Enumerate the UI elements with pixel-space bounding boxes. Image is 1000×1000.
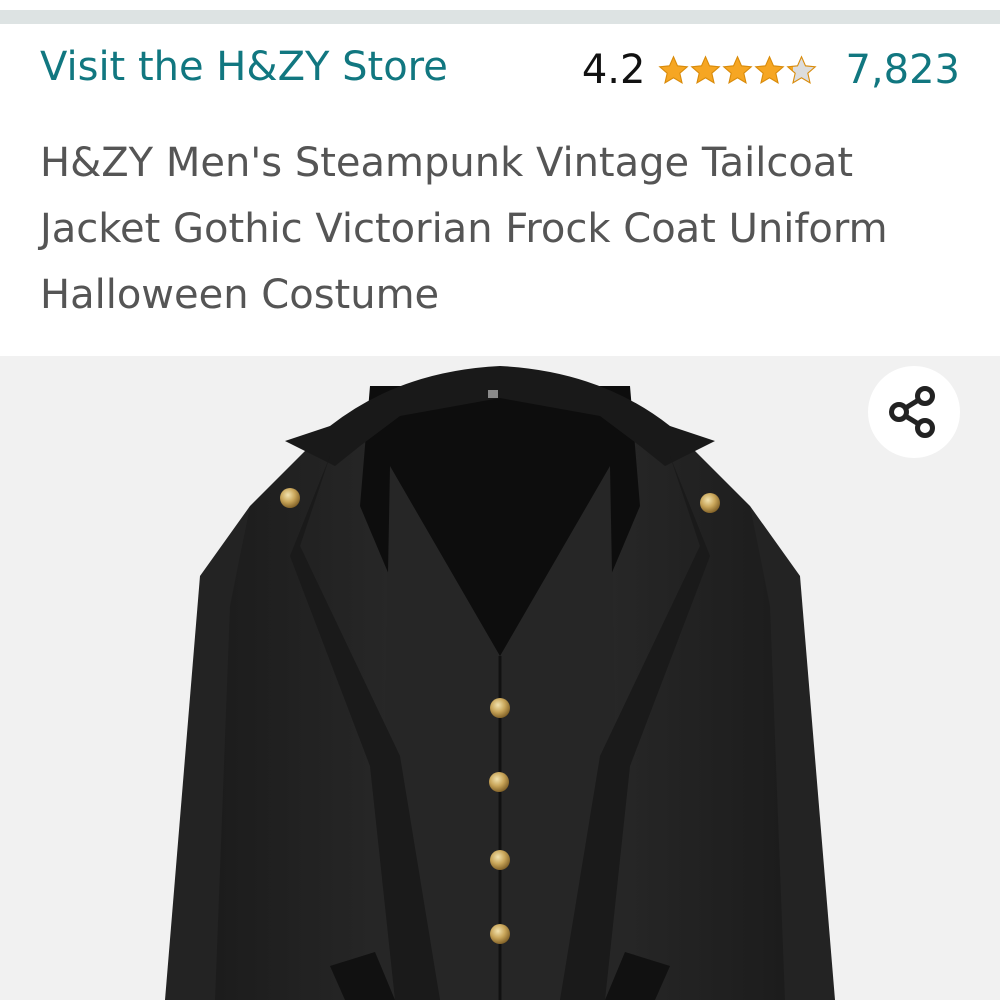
coat-image xyxy=(165,366,835,1000)
share-icon xyxy=(889,386,935,438)
product-title: H&ZY Men's Steampunk Vintage Tailcoat Ja… xyxy=(40,140,888,318)
review-count-link[interactable]: 7,823 xyxy=(845,47,960,93)
star-icon xyxy=(690,54,722,84)
top-divider xyxy=(0,0,1000,24)
star-icon xyxy=(754,54,786,84)
store-rating-row: Visit the H&ZY Store 4.2 7,823 xyxy=(40,38,960,102)
visit-store-link[interactable]: Visit the H&ZY Store xyxy=(40,44,448,90)
star-icon xyxy=(658,54,690,84)
share-button[interactable] xyxy=(868,366,960,458)
product-image[interactable] xyxy=(0,356,1000,1000)
rating-summary[interactable]: 4.2 7,823 xyxy=(582,44,960,96)
star-rating xyxy=(657,54,818,87)
star-icon xyxy=(786,54,818,84)
star-icon xyxy=(722,54,754,84)
rating-value: 4.2 xyxy=(581,47,646,93)
